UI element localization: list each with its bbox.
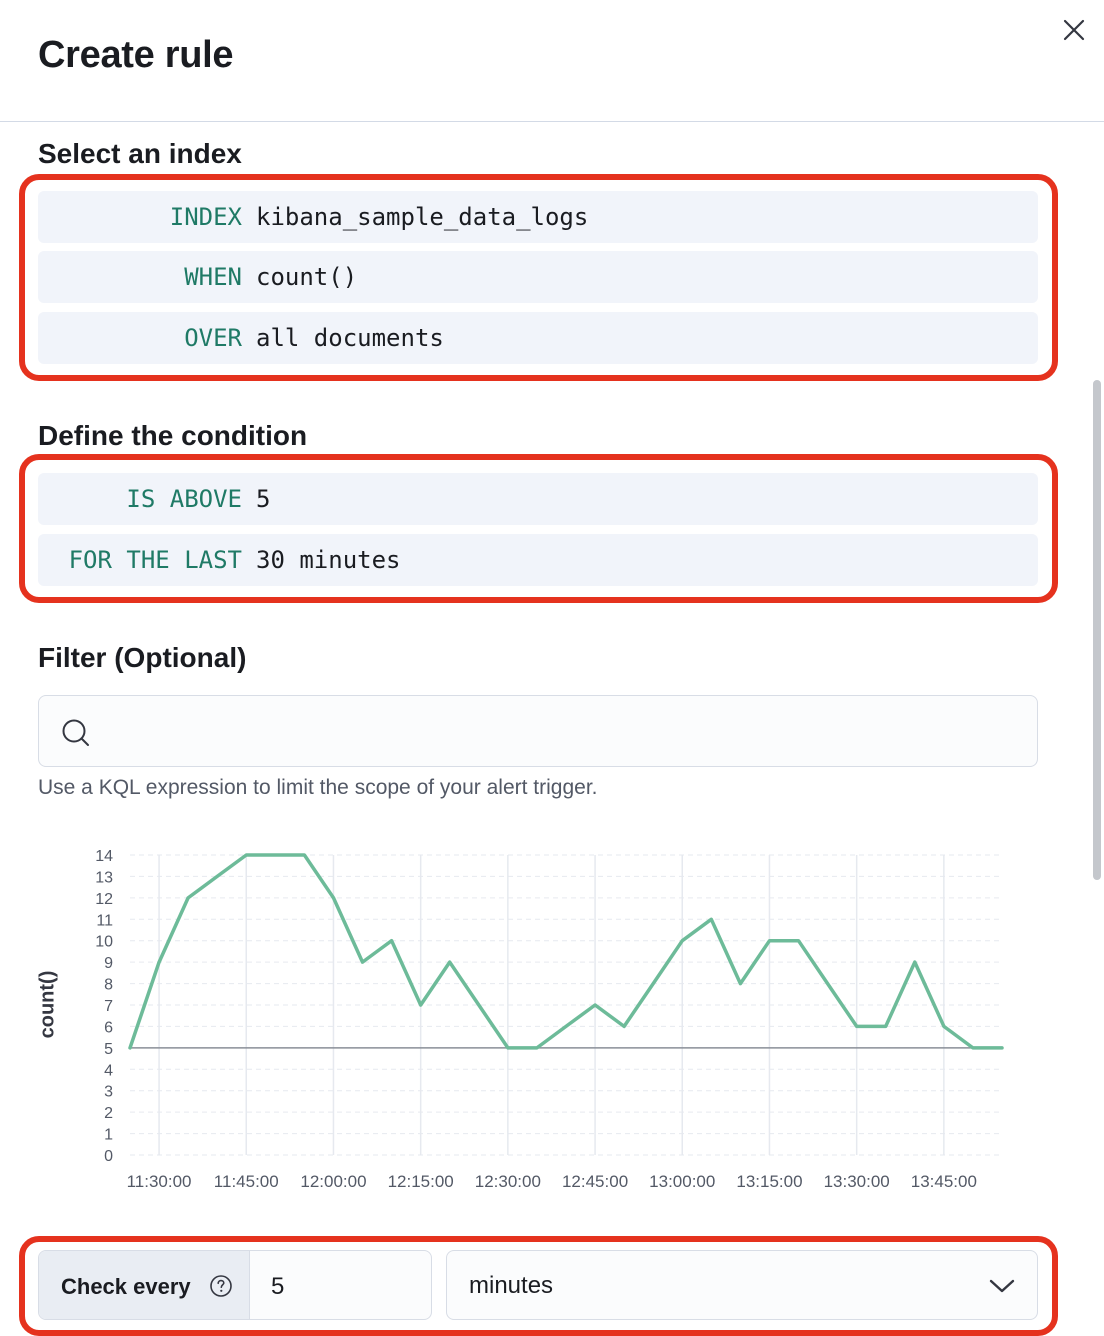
expression-keyword: IS ABOVE xyxy=(126,485,242,513)
chart-x-tick-label: 13:00:00 xyxy=(649,1172,715,1191)
check-interval-input[interactable]: 5 xyxy=(271,1251,284,1319)
flyout-header: Create rule xyxy=(0,0,1104,122)
chart-y-tick-label: 1 xyxy=(104,1127,113,1144)
question-circle-icon[interactable] xyxy=(209,1274,233,1298)
chart-x-tick-label: 12:45:00 xyxy=(562,1172,628,1191)
chart-x-tick-label: 12:15:00 xyxy=(388,1172,454,1191)
chart-x-tick-label: 13:45:00 xyxy=(911,1172,977,1191)
search-icon xyxy=(62,719,89,746)
section-title-filter: Filter (Optional) xyxy=(38,642,247,673)
expression-keyword: INDEX xyxy=(169,203,242,231)
filter-help-text: Use a KQL expression to limit the scope … xyxy=(38,776,598,799)
expression-value: 5 xyxy=(256,485,271,513)
chart-y-tick-label: 4 xyxy=(104,1062,113,1079)
chart-y-tick-label: 5 xyxy=(104,1041,113,1058)
chart-y-tick-label: 3 xyxy=(104,1084,113,1101)
scrollbar-thumb[interactable] xyxy=(1093,380,1101,880)
chart-x-tick-label: 12:30:00 xyxy=(475,1172,541,1191)
chart-y-tick-label: 8 xyxy=(104,977,113,994)
expression-keyword: WHEN xyxy=(184,263,242,291)
chart-y-tick-label: 0 xyxy=(104,1148,113,1165)
check-interval-prepend: Check every xyxy=(39,1251,250,1319)
expression-when[interactable]: WHEN count() xyxy=(38,251,1038,303)
filter-search-input[interactable] xyxy=(38,695,1038,767)
expression-value: 30 minutes xyxy=(256,546,401,574)
chart-y-tick-label: 9 xyxy=(104,955,113,972)
expression-index[interactable]: INDEX kibana_sample_data_logs xyxy=(38,191,1038,243)
chart-y-tick-label: 12 xyxy=(95,891,113,908)
close-button[interactable] xyxy=(1058,14,1090,46)
chart-x-tick-label: 11:45:00 xyxy=(214,1172,279,1191)
chart-y-tick-label: 7 xyxy=(104,998,113,1015)
unit-select-value: minutes xyxy=(469,1272,554,1299)
chart-y-tick-label: 14 xyxy=(95,848,113,865)
expression-threshold[interactable]: IS ABOVE 5 xyxy=(38,473,1038,525)
chart-y-tick-label: 13 xyxy=(95,869,113,886)
chart-y-axis-label-wrap: count() xyxy=(36,960,60,1050)
chart-y-tick-label: 11 xyxy=(96,912,113,929)
chart-y-axis-label: count() xyxy=(36,970,59,1039)
expression-value: count() xyxy=(256,263,358,291)
chart-x-tick-label: 11:30:00 xyxy=(127,1172,192,1191)
expression-value: all documents xyxy=(256,324,444,352)
chart-y-tick-label: 10 xyxy=(95,934,113,951)
expression-value: kibana_sample_data_logs xyxy=(256,203,589,231)
check-interval-group: Check every 5 xyxy=(38,1250,432,1320)
chevron-down-icon xyxy=(989,1279,1015,1293)
section-title-condition: Define the condition xyxy=(38,420,308,451)
check-interval-label: Check every xyxy=(61,1274,191,1299)
page-title: Create rule xyxy=(38,34,234,76)
chart-x-tick-label: 12:00:00 xyxy=(300,1172,366,1191)
expression-keyword: FOR THE LAST xyxy=(68,546,242,574)
chart-y-tick-label: 2 xyxy=(104,1105,113,1122)
close-icon xyxy=(1063,19,1085,41)
expression-window[interactable]: FOR THE LAST 30 minutes xyxy=(38,534,1038,586)
section-title-index: Select an index xyxy=(38,138,242,169)
check-interval-unit-select[interactable]: minutes xyxy=(446,1250,1038,1320)
chart-x-tick-label: 13:15:00 xyxy=(736,1172,802,1191)
preview-chart: 0123456789101112131411:30:00 11:45:00 12:0… xyxy=(95,848,1004,1191)
chart-x-tick-label: 13:30:00 xyxy=(824,1172,890,1191)
expression-over[interactable]: OVER all documents xyxy=(38,312,1038,364)
chart-y-tick-label: 6 xyxy=(104,1019,113,1036)
expression-keyword: OVER xyxy=(184,324,242,352)
chart-series-line xyxy=(128,853,1004,1050)
